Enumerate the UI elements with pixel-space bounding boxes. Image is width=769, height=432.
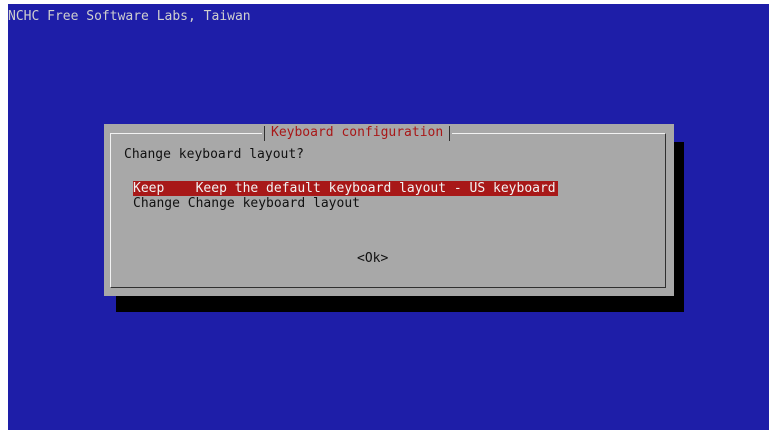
layout-menu: Keep Keep the default keyboard layout - U… xyxy=(133,181,558,211)
keyboard-config-dialog: Keyboard configuration Change keyboard l… xyxy=(104,124,674,296)
menu-item-description: Change keyboard layout xyxy=(187,196,360,211)
menu-item-keep[interactable]: Keep Keep the default keyboard layout - U… xyxy=(133,181,558,196)
backtitle: NCHC Free Software Labs, Taiwan xyxy=(8,9,251,24)
menu-item-description: Keep the default keyboard layout - US ke… xyxy=(195,181,556,196)
ok-button[interactable]: <Ok> xyxy=(357,251,388,267)
terminal-screen: NCHC Free Software Labs, Taiwan Keyboard… xyxy=(8,4,769,430)
menu-item-tag: Change xyxy=(133,196,180,211)
menu-item-change[interactable]: Change Change keyboard layout xyxy=(133,196,558,211)
dialog-prompt: Change keyboard layout? xyxy=(124,147,305,162)
dialog-title: Keyboard configuration xyxy=(271,125,444,140)
menu-item-tag: Keep xyxy=(133,181,165,196)
title-right-tick xyxy=(449,125,451,141)
dialog-title-bar: Keyboard configuration xyxy=(262,125,453,141)
